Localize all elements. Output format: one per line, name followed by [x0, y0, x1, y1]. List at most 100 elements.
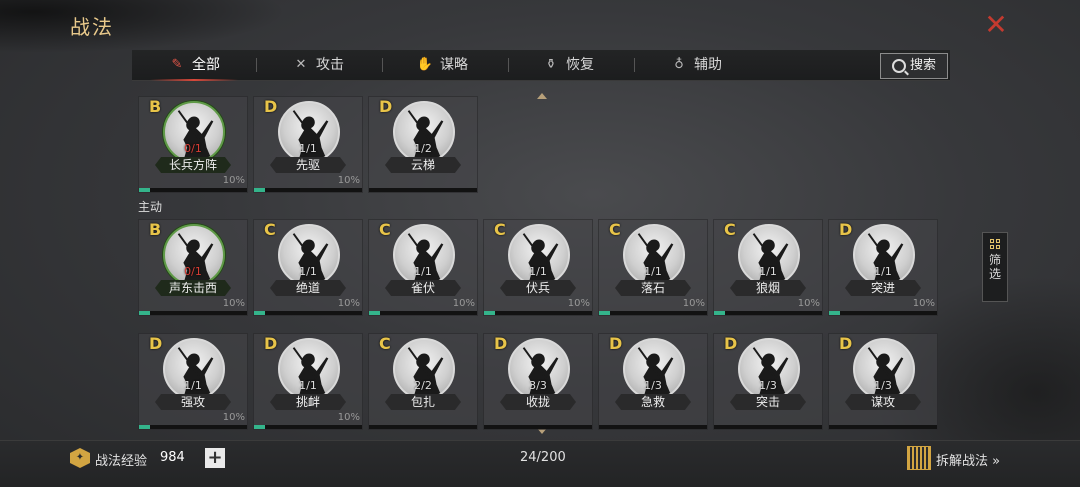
skill-name: 收拢 — [500, 394, 576, 410]
scroll-up-arrow-icon[interactable] — [537, 93, 547, 99]
tab-assist[interactable]: ♁ 辅助 — [670, 50, 722, 80]
crossed-swords-icon: ✕ — [295, 57, 307, 72]
grade-label: D — [724, 334, 738, 353]
progress-bar — [714, 425, 822, 429]
scroll-icon: ✎ — [171, 57, 183, 72]
tab-label: 全部 — [192, 57, 220, 73]
grid-icon — [990, 239, 1000, 249]
grade-label: D — [264, 334, 278, 353]
grade-label: C — [379, 334, 391, 353]
progress-bar — [369, 188, 477, 192]
skill-name: 绝道 — [270, 280, 346, 296]
search-label: 搜索 — [909, 58, 936, 73]
grade-label: C — [264, 220, 276, 239]
progress-percent: 10% — [337, 412, 360, 423]
progress-percent: 10% — [222, 175, 245, 186]
skill-card[interactable]: D 1/1 先驱 10% — [253, 96, 363, 193]
skill-card[interactable]: C 1/1 绝道 10% — [253, 219, 363, 316]
progress-percent: 10% — [797, 298, 820, 309]
divider — [256, 58, 257, 72]
tab-label: 辅助 — [694, 57, 722, 73]
experience-label: 战法经验 — [95, 454, 148, 469]
progress-bar — [254, 311, 362, 315]
skill-name: 突击 — [730, 394, 806, 410]
skill-level: 2/2 — [414, 379, 432, 392]
tab-strategy[interactable]: ✋ 谋略 — [416, 50, 468, 80]
skill-card[interactable]: D 1/2 云梯 — [368, 96, 478, 193]
progress-bar — [599, 311, 707, 315]
skill-level: 1/1 — [184, 379, 202, 392]
skill-card[interactable]: B 0/1 长兵方阵 10% — [138, 96, 248, 193]
progress-bar — [484, 311, 592, 315]
divider — [508, 58, 509, 72]
progress-percent: 10% — [337, 175, 360, 186]
skill-card[interactable]: D 1/1 强攻 10% — [138, 333, 248, 430]
skill-card[interactable]: C 1/1 雀伏 10% — [368, 219, 478, 316]
skill-card[interactable]: D 1/1 突进 10% — [828, 219, 938, 316]
grade-label: B — [149, 97, 162, 116]
grade-label: C — [609, 220, 621, 239]
progress-percent: 10% — [337, 298, 360, 309]
tab-label: 恢复 — [566, 57, 594, 73]
progress-bar — [829, 425, 937, 429]
grade-label: B — [149, 220, 162, 239]
grade-label: D — [839, 220, 853, 239]
tab-all[interactable]: ✎ 全部 — [150, 50, 238, 81]
progress-fill — [139, 425, 150, 429]
progress-bar — [139, 425, 247, 429]
progress-fill — [254, 311, 265, 315]
skill-name: 谋攻 — [845, 394, 921, 410]
bag-icon: ♁ — [674, 57, 684, 72]
tab-bar: ✎ 全部 ✕ 攻击 ✋ 谋略 ⚱ 恢复 ♁ 辅助 — [132, 50, 950, 81]
tab-attack[interactable]: ✕ 攻击 — [292, 50, 344, 80]
skill-card[interactable]: B 0/1 声东击西 10% — [138, 219, 248, 316]
page-title: 战法 — [70, 15, 114, 39]
skill-card[interactable]: D 3/3 收拢 — [483, 333, 593, 430]
skill-card[interactable]: D 1/1 挑衅 10% — [253, 333, 363, 430]
progress-fill — [254, 188, 265, 192]
tab-label: 攻击 — [316, 57, 344, 73]
filter-button[interactable]: 筛 选 — [982, 232, 1008, 302]
search-button[interactable]: 搜索 — [880, 53, 948, 79]
skill-name: 雀伏 — [385, 280, 461, 296]
skill-name: 急救 — [615, 394, 691, 410]
skill-name: 伏兵 — [500, 280, 576, 296]
skill-card[interactable]: C 1/1 伏兵 10% — [483, 219, 593, 316]
progress-fill — [829, 311, 840, 315]
skill-name: 云梯 — [385, 157, 461, 173]
grade-label: D — [149, 334, 163, 353]
skill-card[interactable]: D 1/3 突击 — [713, 333, 823, 430]
section-label: 主动 — [138, 200, 163, 214]
progress-bar — [369, 311, 477, 315]
skill-card[interactable]: C 1/1 落石 10% — [598, 219, 708, 316]
grade-label: C — [379, 220, 391, 239]
progress-bar — [139, 311, 247, 315]
decompose-button[interactable]: 拆解战法 » — [936, 450, 1000, 469]
tab-recover[interactable]: ⚱ 恢复 — [542, 50, 594, 80]
skill-level: 1/1 — [644, 265, 662, 278]
close-button[interactable]: ✕ — [983, 11, 1009, 39]
progress-bar — [829, 311, 937, 315]
progress-percent: 10% — [452, 298, 475, 309]
grade-label: C — [724, 220, 736, 239]
skill-card[interactable]: C 2/2 包扎 — [368, 333, 478, 430]
skill-level: 0/1 — [184, 265, 202, 278]
skill-level: 1/3 — [644, 379, 662, 392]
experience-value: 984 — [160, 450, 185, 465]
medicine-pot-icon: ⚱ — [545, 57, 557, 72]
progress-percent: 10% — [682, 298, 705, 309]
skill-level: 1/1 — [299, 142, 317, 155]
progress-percent: 10% — [567, 298, 590, 309]
skill-card[interactable]: C 1/1 狼烟 10% — [713, 219, 823, 316]
divider — [634, 58, 635, 72]
skill-card[interactable]: D 1/3 谋攻 — [828, 333, 938, 430]
skill-name: 先驱 — [270, 157, 346, 173]
skill-card[interactable]: D 1/3 急救 — [598, 333, 708, 430]
progress-bar — [139, 188, 247, 192]
progress-bar — [369, 425, 477, 429]
progress-percent: 10% — [222, 412, 245, 423]
add-experience-button[interactable]: + — [205, 448, 225, 468]
progress-fill — [714, 311, 725, 315]
hand-icon: ✋ — [416, 57, 434, 72]
skill-name: 强攻 — [155, 394, 231, 410]
